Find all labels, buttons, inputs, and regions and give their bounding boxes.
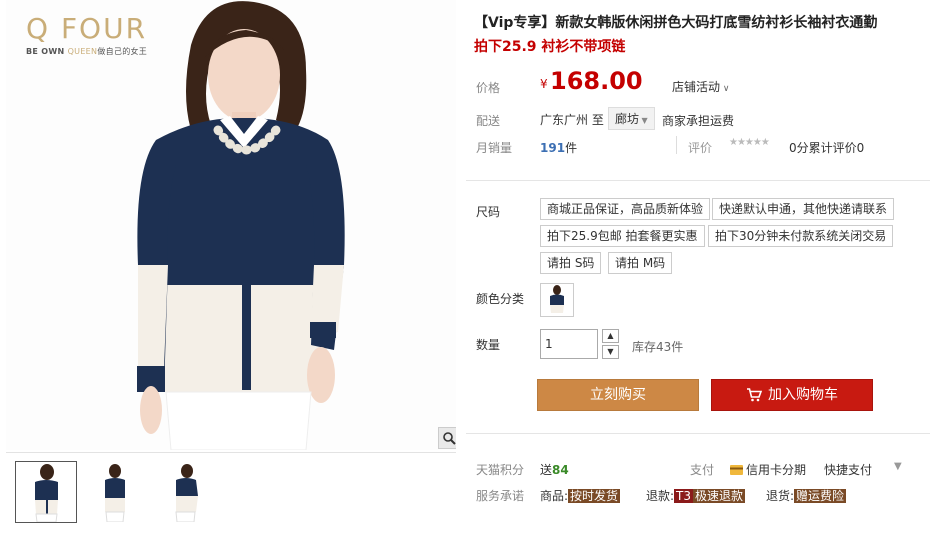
thumbnail-image: [175, 464, 198, 523]
payment-label: 支付: [690, 463, 715, 477]
thumbnail-strip: [6, 452, 456, 536]
size-option[interactable]: 拍下25.9包邮 拍套餐更实惠: [540, 225, 705, 247]
section-divider: [466, 433, 930, 434]
section-divider: [466, 180, 930, 181]
zoom-button[interactable]: [438, 427, 456, 449]
promise-goods[interactable]: 商品: 按时发货: [540, 487, 621, 504]
rating-summary-link[interactable]: 0分累计评价0: [789, 139, 864, 156]
swatch-image: [550, 285, 564, 313]
sales-unit: 件: [565, 141, 578, 155]
store-promo-label: 店铺活动: [672, 80, 721, 94]
main-product-image[interactable]: Q FOUR BE OWN QUEEN做自己的女王: [6, 0, 456, 450]
shipping-destination-select[interactable]: 廊坊 ▼: [608, 107, 655, 130]
brand-logo: Q FOUR: [26, 12, 148, 45]
service-promise-label: 服务承诺: [476, 489, 525, 503]
shipping-destination-value: 廊坊: [615, 112, 640, 126]
credit-installment-option[interactable]: 信用卡分期: [730, 461, 806, 478]
size-option[interactable]: 快递默认申通，其他快递请联系: [712, 198, 895, 220]
points-label: 天猫积分: [476, 463, 525, 477]
thumbnail-image: [35, 464, 58, 523]
price-label: 价格: [476, 81, 501, 95]
sales-value: 191件: [540, 139, 577, 156]
color-option-swatch[interactable]: [540, 283, 574, 317]
size-option[interactable]: 商城正品保证，高品质新体验: [540, 198, 711, 220]
sales-count: 191: [540, 141, 566, 155]
promise-refund-t3-tag: T3: [674, 489, 694, 503]
size-option[interactable]: 请拍 M码: [608, 252, 673, 274]
quantity-decrease-button[interactable]: ▼: [602, 345, 619, 359]
shipping-label: 配送: [476, 114, 501, 128]
product-gallery: Q FOUR BE OWN QUEEN做自己的女王: [0, 0, 460, 536]
model-illustration: [6, 0, 456, 450]
shipping-origin: 广东广州 至: [540, 113, 604, 127]
quantity-input[interactable]: [540, 329, 598, 359]
store-promo-dropdown[interactable]: 店铺活动 ∨: [672, 78, 729, 95]
chevron-down-icon: ∨: [720, 84, 730, 94]
add-to-cart-label: 加入购物车: [768, 387, 838, 403]
rating-stars-icon: ★★★★★: [729, 137, 770, 148]
credit-installment-label: 信用卡分期: [746, 463, 807, 477]
caret-down-icon: ▼: [639, 116, 648, 125]
cart-icon: [747, 388, 762, 402]
promise-refund[interactable]: 退款: T3 极速退款: [646, 487, 746, 504]
magnifier-icon: [443, 432, 456, 445]
sales-label: 月销量: [476, 141, 513, 155]
price-currency: ¥: [540, 77, 548, 91]
product-details: 【Vip专享】新款女韩版休闲拼色大码打底雪纺衬衫长袖衬衣通勤 拍下25.9 衬衫…: [466, 0, 930, 536]
quick-pay-option[interactable]: 快捷支付: [824, 461, 872, 478]
add-to-cart-button[interactable]: 加入购物车: [711, 379, 873, 411]
promise-refund-tag: 极速退款: [693, 489, 746, 503]
shipping-note: 商家承担运费: [662, 114, 735, 128]
price-value: 168.00: [550, 67, 643, 95]
size-option[interactable]: 请拍 S码: [540, 252, 602, 274]
points-value: 送84: [540, 463, 569, 477]
brand-tagline: BE OWN QUEEN做自己的女王: [26, 47, 148, 56]
color-label: 颜色分类: [476, 292, 525, 306]
credit-card-icon: [730, 465, 743, 475]
payment-expand-icon[interactable]: ▼: [894, 461, 902, 472]
promise-return-tag: 赠运费险: [794, 489, 847, 503]
buy-now-button[interactable]: 立刻购买: [537, 379, 699, 411]
stock-count: 库存43件: [632, 340, 684, 354]
promise-return[interactable]: 退货: 赠运费险: [766, 487, 847, 504]
product-subtitle: 拍下25.9 衬衫不带项链: [474, 39, 626, 55]
promise-goods-tag: 按时发货: [568, 489, 621, 503]
size-option[interactable]: 拍下30分钟未付款系统关闭交易: [708, 225, 894, 247]
rating-divider: [676, 136, 677, 154]
size-label: 尺码: [476, 205, 501, 219]
thumbnail-front[interactable]: [15, 461, 77, 523]
thumbnail-side[interactable]: [153, 461, 215, 523]
thumbnail-image: [105, 464, 125, 523]
product-title: 【Vip专享】新款女韩版休闲拼色大码打底雪纺衬衫长袖衬衣通勤: [474, 15, 878, 31]
rating-label: 评价: [688, 141, 713, 155]
quantity-label: 数量: [476, 338, 501, 352]
brand-watermark: Q FOUR BE OWN QUEEN做自己的女王: [26, 12, 147, 57]
thumbnail-back[interactable]: [84, 461, 146, 523]
points-number: 84: [552, 463, 569, 477]
quantity-increase-button[interactable]: ▲: [602, 329, 619, 343]
